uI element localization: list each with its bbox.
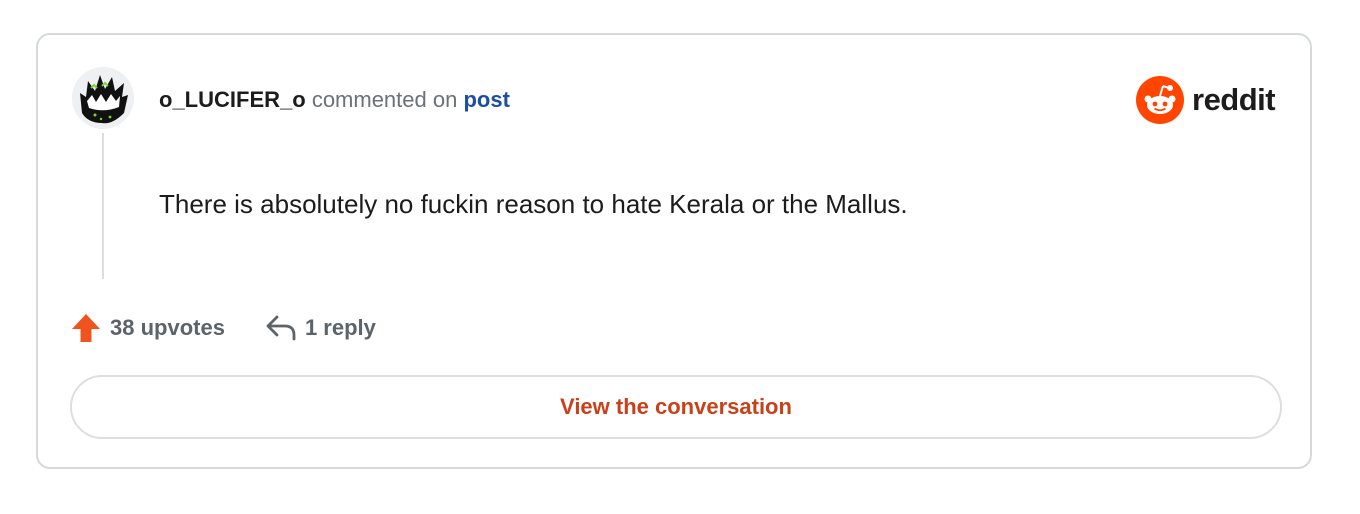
byline-action-text: commented on: [311, 87, 458, 112]
username-link[interactable]: o_LUCIFER_o: [159, 87, 306, 112]
reddit-brand[interactable]: reddit: [1136, 75, 1276, 125]
reply-count: 1 reply: [304, 315, 376, 340]
embedded-comment-card: o_LUCIFER_o commented on post reddit The…: [36, 33, 1312, 469]
comment-actions: 38 upvotes 1 reply: [70, 311, 376, 345]
upvote-count: 38 upvotes: [110, 315, 225, 340]
reply-button[interactable]: 1 reply: [265, 313, 376, 343]
comment-byline: o_LUCIFER_o commented on post: [159, 87, 510, 113]
reply-arrow-icon: [266, 315, 296, 341]
post-link[interactable]: post: [463, 87, 509, 112]
reddit-logo-icon: [1136, 76, 1184, 124]
view-conversation-button[interactable]: View the conversation: [70, 375, 1282, 439]
comment-body: There is absolutely no fuckin reason to …: [159, 189, 908, 219]
view-conversation-label: View the conversation: [560, 394, 792, 419]
avatar[interactable]: [72, 67, 134, 129]
thread-line: [102, 133, 104, 279]
upvote-button[interactable]: 38 upvotes: [70, 312, 225, 344]
reddit-wordmark: reddit: [1192, 82, 1276, 117]
upvote-arrow-icon: [72, 314, 100, 342]
avatar-monster-icon: [72, 67, 134, 129]
